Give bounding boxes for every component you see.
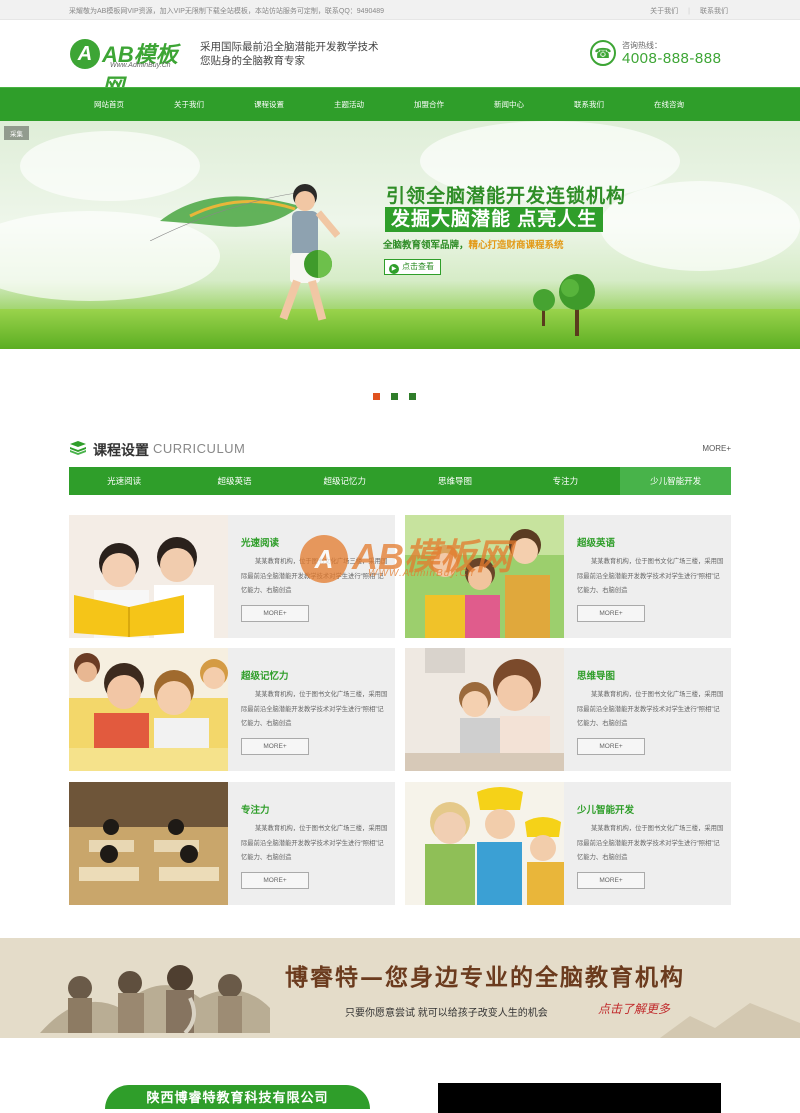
course-desc: 某某教育机构，位于图书文化广场三楼，采用国际最前沿全脑潜能开发教学技术对学生进行…	[577, 691, 724, 727]
banner-grass	[0, 309, 800, 349]
course-more-button[interactable]: MORE+	[241, 872, 309, 889]
nav-item-franchise[interactable]: 加盟合作	[389, 88, 469, 122]
tab-super-memory[interactable]: 超级记忆力	[290, 467, 400, 495]
arrow-right-icon: ▶	[389, 264, 399, 274]
section-more-link[interactable]: MORE+	[702, 444, 731, 453]
slogan-line-2: 您贴身的全脑教育专家	[200, 55, 305, 67]
course-title: 专注力	[241, 805, 270, 816]
top-link-about[interactable]: 关于我们	[650, 8, 678, 15]
nav-item-courses[interactable]: 课程设置	[229, 88, 309, 122]
course-desc: 某某教育机构，位于图书文化广场三楼，采用国际最前沿全脑潜能开发教学技术对学生进行…	[577, 558, 724, 594]
site-header: A AB模板网 Www.AdminBuy.Cn 采用国际最前沿全脑潜能开发教学技…	[0, 20, 800, 99]
course-desc: 某某教育机构，位于图书文化广场三楼，采用国际最前沿全脑潜能开发教学技术对学生进行…	[241, 558, 388, 594]
promo-banner[interactable]: 博睿特—您身边专业的全脑教育机构 只要你愿意尝试 就可以给孩子改变人生的机会 点…	[0, 938, 800, 1038]
top-link-contact[interactable]: 联系我们	[700, 8, 728, 15]
course-more-button[interactable]: MORE+	[577, 605, 645, 622]
course-card[interactable]: 超级英语 某某教育机构，位于图书文化广场三楼，采用国际最前沿全脑潜能开发教学技术…	[405, 515, 731, 638]
course-card[interactable]: 光速阅读 某某教育机构，位于图书文化广场三楼，采用国际最前沿全脑潜能开发教学技术…	[69, 515, 395, 638]
course-more-button[interactable]: MORE+	[241, 738, 309, 755]
mountain-decoration	[660, 1003, 800, 1038]
site-logo[interactable]: A AB模板网 Www.AdminBuy.Cn	[70, 37, 195, 99]
leaf-circle-decoration	[304, 250, 332, 278]
logo-badge: A	[70, 39, 100, 69]
hotline-number: 4008-888-888	[622, 50, 722, 67]
course-title: 超级英语	[577, 538, 616, 549]
banner-tag: 采集	[4, 126, 29, 140]
header-slogan: 采用国际最前沿全脑潜能开发教学技术 您贴身的全脑教育专家	[200, 40, 379, 68]
tab-mind-map[interactable]: 思维导图	[400, 467, 510, 495]
tab-child-intelligence[interactable]: 少儿智能开发	[620, 467, 731, 495]
promo-subtitle: 只要你愿意尝试 就可以给孩子改变人生的机会	[345, 1008, 548, 1019]
course-card[interactable]: 少儿智能开发 某某教育机构，位于图书文化广场三楼，采用国际最前沿全脑潜能开发教学…	[405, 782, 731, 905]
hotline: ☎ 咨询热线： 4008-888-888	[590, 40, 730, 72]
logo-domain: Www.AdminBuy.Cn	[110, 62, 171, 69]
banner-headline: 引领全脑潜能开发连锁机构	[386, 186, 627, 207]
course-tabs: 光速阅读 超级英语 超级记忆力 思维导图 专注力 少儿智能开发	[69, 467, 731, 495]
slider-dot[interactable]	[373, 393, 380, 400]
slider-dot[interactable]	[409, 393, 416, 400]
nav-item-about[interactable]: 关于我们	[149, 88, 229, 122]
nav-item-news[interactable]: 新闻中心	[469, 88, 549, 122]
tree-icon	[559, 274, 595, 336]
tab-focus[interactable]: 专注力	[510, 467, 620, 495]
banner-subheadline: 发掘大脑潜能 点亮人生	[385, 207, 604, 232]
nav-item-contact[interactable]: 联系我们	[549, 88, 629, 122]
tree-icon	[533, 289, 555, 326]
course-card[interactable]: 超级记忆力 某某教育机构，位于图书文化广场三楼，采用国际最前沿全脑潜能开发教学技…	[69, 648, 395, 771]
slider-dot[interactable]	[391, 393, 398, 400]
course-image-intelligence	[405, 782, 564, 905]
course-more-button[interactable]: MORE+	[577, 872, 645, 889]
course-desc: 某某教育机构，位于图书文化广场三楼，采用国际最前沿全脑潜能开发教学技术对学生进行…	[241, 691, 388, 727]
section-title-cn: 课程设置	[93, 442, 149, 458]
course-title: 超级记忆力	[241, 671, 289, 682]
nav-item-consult[interactable]: 在线咨询	[629, 88, 709, 122]
course-image-focus	[69, 782, 228, 905]
course-title: 光速阅读	[241, 538, 280, 549]
top-links: 关于我们 | 联系我们	[650, 8, 728, 15]
banner-view-button[interactable]: ▶ 点击查看	[384, 259, 441, 275]
slider-dots	[373, 393, 427, 401]
book-stack-icon	[70, 441, 86, 455]
tab-speed-reading[interactable]: 光速阅读	[69, 467, 179, 495]
course-title: 思维导图	[577, 671, 616, 682]
banner-tagline-a: 全脑教育领军品牌，	[383, 240, 469, 251]
tab-super-english[interactable]: 超级英语	[179, 467, 289, 495]
course-desc: 某某教育机构，位于图书文化广场三楼，采用国际最前沿全脑潜能开发教学技术对学生进行…	[577, 825, 724, 861]
course-image-english	[405, 515, 564, 638]
top-bar: 采耀敬为AB模板网VIP资源，加入VIP无限制下载全站模板，本站仿站服务可定制，…	[0, 0, 800, 20]
video-player[interactable]	[438, 1083, 721, 1113]
banner-tagline: 全脑教育领军品牌，精心打造财商课程系统	[383, 237, 564, 251]
slogan-line-1: 采用国际最前沿全脑潜能开发教学技术	[200, 41, 379, 53]
course-desc: 某某教育机构，位于图书文化广场三楼，采用国际最前沿全脑潜能开发教学技术对学生进行…	[241, 825, 388, 861]
nav-item-activities[interactable]: 主题活动	[309, 88, 389, 122]
course-image-reading	[69, 515, 228, 638]
course-card[interactable]: 思维导图 某某教育机构，位于图书文化广场三楼，采用国际最前沿全脑潜能开发教学技术…	[405, 648, 731, 771]
hero-banner[interactable]: 采集 引领全脑潜能开发连锁机构 发掘大脑潜能 点亮人生 全脑教育领军品牌，精心打…	[0, 121, 800, 349]
section-title-en: CURRICULUM	[153, 441, 246, 456]
main-nav: 网站首页 关于我们 课程设置 主题活动 加盟合作 新闻中心 联系我们 在线咨询	[0, 87, 800, 121]
phone-icon: ☎	[590, 40, 616, 66]
course-more-button[interactable]: MORE+	[241, 605, 309, 622]
banner-tagline-b: 精心打造财商课程系统	[468, 240, 564, 251]
promo-headline: 博睿特—您身边专业的全脑教育机构	[285, 964, 685, 991]
banner-button-label: 点击查看	[402, 262, 434, 271]
curriculum-section-header: 课程设置 CURRICULUM MORE+	[69, 437, 731, 459]
course-image-mindmap	[405, 648, 564, 771]
course-more-button[interactable]: MORE+	[577, 738, 645, 755]
company-name-banner: 陕西博睿特教育科技有限公司	[105, 1085, 370, 1109]
ink-painting-illustration	[40, 965, 270, 1033]
course-title: 少儿智能开发	[577, 805, 635, 816]
course-card[interactable]: 专注力 某某教育机构，位于图书文化广场三楼，采用国际最前沿全脑潜能开发教学技术对…	[69, 782, 395, 905]
nav-item-home[interactable]: 网站首页	[69, 88, 149, 122]
course-image-memory	[69, 648, 228, 771]
top-notice: 采耀敬为AB模板网VIP资源，加入VIP无限制下载全站模板，本站仿站服务可定制，…	[69, 8, 385, 15]
